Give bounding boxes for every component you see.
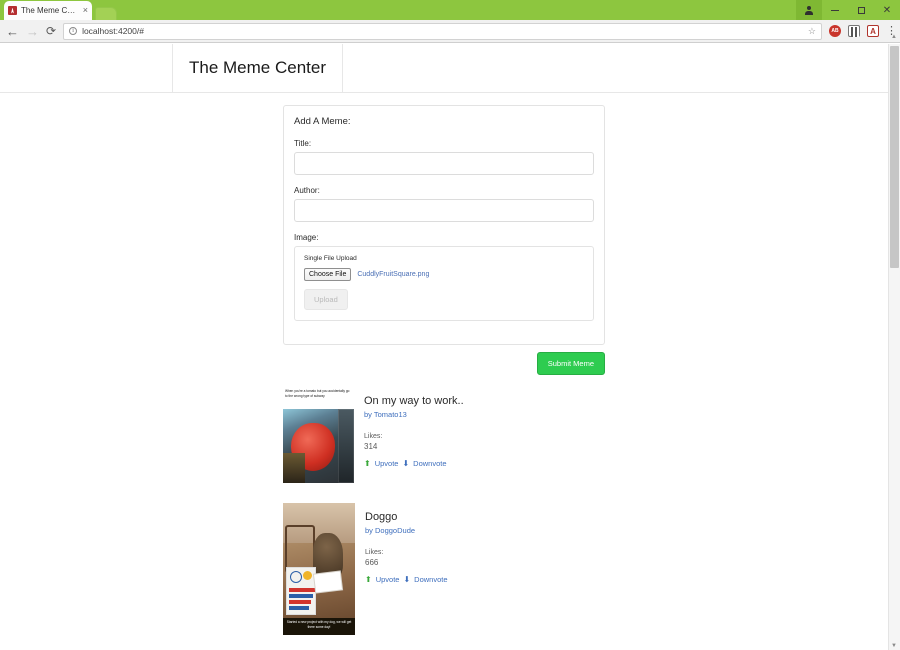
submit-meme-button[interactable]: Submit Meme [536, 352, 605, 375]
page-title[interactable]: The Meme Center [173, 44, 343, 92]
list-item: Started a new project with my dog, we wi… [283, 503, 605, 635]
angular-shield-icon [8, 6, 17, 15]
image-label: Image: [294, 233, 319, 242]
close-icon[interactable]: × [83, 6, 88, 15]
upvote-button[interactable]: Upvote [376, 575, 400, 584]
upvote-button[interactable]: Upvote [375, 459, 399, 468]
adblock-icon[interactable] [829, 25, 841, 37]
author-field-group: Author: [294, 186, 594, 222]
meme-author[interactable]: by Tomato13 [364, 410, 464, 419]
forward-button[interactable]: → [26, 25, 39, 38]
profile-button[interactable] [796, 0, 822, 20]
window-controls: ✕ [796, 0, 900, 20]
likes-label: Likes: [364, 433, 383, 440]
close-icon: ✕ [882, 4, 892, 16]
minimize-button[interactable] [822, 0, 848, 20]
selected-filename: CuddlyFruitSquare.png [357, 271, 430, 278]
pdf-extension-icon[interactable] [867, 25, 879, 37]
new-tab-button[interactable] [95, 7, 117, 20]
tab-title: The Meme Centre [21, 6, 79, 15]
vote-controls: ⬆ Upvote ⬇ Downvote [364, 459, 464, 468]
profile-icon [805, 5, 813, 15]
bookmark-star-icon[interactable]: ☆ [808, 26, 816, 37]
browser-window: The Meme Centre × ✕ ← → ⟳ i localhost:42… [0, 0, 900, 650]
meme-photo [283, 409, 354, 483]
meme-title: On my way to work.. [364, 395, 464, 407]
arrow-down-icon: ⬇ [402, 459, 410, 469]
page-viewport: The Meme Center Add A Meme: Title: Autho… [0, 44, 900, 650]
author-input[interactable] [294, 199, 594, 222]
close-window-button[interactable]: ✕ [874, 0, 900, 20]
main-container: Add A Meme: Title: Author: Image: Single… [283, 93, 605, 650]
title-label: Title: [294, 139, 312, 148]
file-upload-box: Single File Upload Choose File CuddlyFru… [294, 246, 594, 321]
list-item: When you're a tomato but you accidentall… [283, 387, 605, 483]
likes-count: 666 [365, 558, 379, 568]
likes-label: Likes: [365, 549, 384, 556]
browser-toolbar: ← → ⟳ i localhost:4200/# ☆ ⋮ [0, 20, 900, 43]
site-navbar: The Meme Center [0, 44, 888, 93]
scroll-down-arrow[interactable]: ▼ [891, 643, 897, 649]
navbar-left-spacer [0, 44, 173, 92]
downvote-button[interactable]: Downvote [413, 459, 446, 468]
downvote-button[interactable]: Downvote [414, 575, 447, 584]
arrow-up-icon: ⬆ [365, 575, 372, 585]
tab-strip: The Meme Centre × ✕ [0, 0, 900, 20]
arrow-up-icon: ⬆ [364, 459, 371, 469]
page-scrollbar[interactable]: ▲ ▼ [888, 34, 900, 650]
single-file-upload-title: Single File Upload [304, 255, 357, 262]
reload-icon[interactable]: ⟳ [46, 24, 56, 38]
meme-caption: Started a new project with my dog, we wi… [283, 618, 355, 635]
meme-author[interactable]: by DoggoDude [365, 526, 448, 535]
meme-title: Doggo [365, 511, 398, 523]
meme-caption: When you're a tomato but you accidentall… [283, 387, 354, 409]
dog-quantum-physics-book-photo: Started a new project with my dog, we wi… [283, 503, 355, 635]
image-field-group: Image: Single File Upload Choose File Cu… [294, 233, 594, 321]
arrow-down-icon: ⬇ [403, 575, 411, 585]
meme-thumbnail[interactable]: Started a new project with my dog, we wi… [283, 503, 355, 635]
choose-file-button[interactable]: Choose File [304, 268, 352, 281]
upload-button[interactable]: Upload [304, 289, 348, 310]
grid-extension-icon[interactable] [848, 25, 860, 37]
submit-row: Submit Meme [283, 352, 605, 375]
author-label: Author: [294, 186, 320, 195]
tomato-subway-photo: When you're a tomato but you accidentall… [283, 387, 354, 483]
title-input[interactable] [294, 152, 594, 175]
meme-thumbnail[interactable]: When you're a tomato but you accidentall… [283, 387, 354, 483]
url-text: localhost:4200/# [82, 26, 144, 36]
vote-controls: ⬆ Upvote ⬇ Downvote [365, 575, 448, 584]
add-meme-heading: Add A Meme: [294, 116, 351, 127]
meme-body: On my way to work.. by Tomato13 Likes: 3… [364, 387, 464, 483]
back-button[interactable]: ← [6, 25, 19, 38]
file-row: Choose File CuddlyFruitSquare.png [304, 268, 584, 281]
maximize-button[interactable] [848, 0, 874, 20]
meme-body: Doggo by DoggoDude Likes: 666 ⬆ Upvote ⬇… [365, 503, 448, 635]
info-icon[interactable]: i [69, 27, 78, 35]
scroll-up-arrow[interactable]: ▲ [891, 34, 897, 40]
title-field-group: Title: [294, 139, 594, 175]
likes-count: 314 [364, 442, 378, 452]
browser-tab[interactable]: The Meme Centre × [4, 1, 92, 20]
meme-list: When you're a tomato but you accidentall… [283, 387, 605, 650]
meme-photo [283, 503, 355, 618]
address-bar[interactable]: i localhost:4200/# ☆ [63, 22, 822, 40]
page-content: The Meme Center Add A Meme: Title: Autho… [0, 44, 888, 650]
add-meme-panel: Add A Meme: Title: Author: Image: Single… [283, 105, 605, 345]
scrollbar-thumb[interactable] [890, 46, 899, 268]
